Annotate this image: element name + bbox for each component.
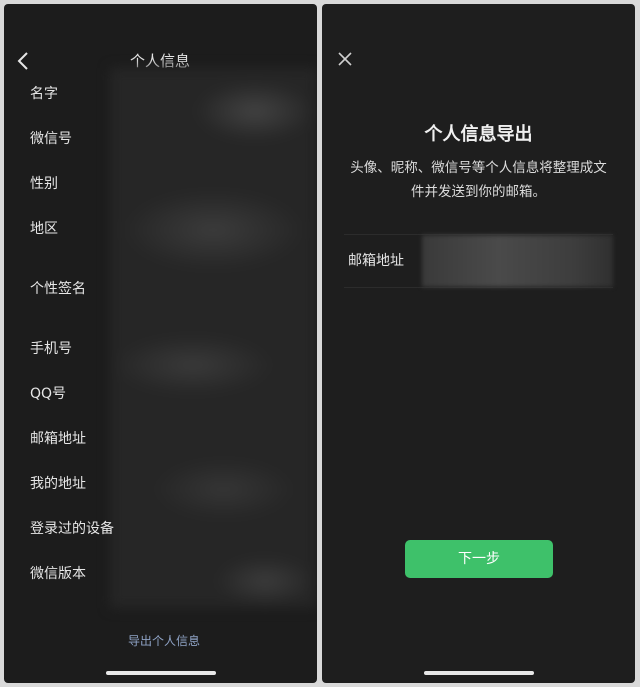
close-icon[interactable] xyxy=(336,50,354,68)
row-gender[interactable]: 性别 xyxy=(30,173,58,195)
row-qq[interactable]: QQ号 xyxy=(30,383,66,405)
export-info-screen: 个人信息导出 头像、昵称、微信号等个人信息将整理成文件并发送到你的邮箱。 邮箱地… xyxy=(322,4,635,683)
redacted-values xyxy=(110,68,317,608)
row-region[interactable]: 地区 xyxy=(30,218,58,240)
next-step-button[interactable]: 下一步 xyxy=(405,540,553,578)
home-indicator xyxy=(423,671,534,675)
export-personal-info-link[interactable]: 导出个人信息 xyxy=(104,632,224,649)
row-email[interactable]: 邮箱地址 xyxy=(30,428,86,450)
email-label: 邮箱地址 xyxy=(348,253,404,269)
email-field-row: 邮箱地址 xyxy=(344,234,613,288)
row-name[interactable]: 名字 xyxy=(30,83,58,105)
row-version[interactable]: 微信版本 xyxy=(30,563,86,585)
row-devices[interactable]: 登录过的设备 xyxy=(30,518,114,540)
export-description: 头像、昵称、微信号等个人信息将整理成文件并发送到你的邮箱。 xyxy=(350,160,607,200)
row-address[interactable]: 我的地址 xyxy=(30,473,86,495)
personal-info-screen: 个人信息 名字 微信号 性别 地区 个性签名 手机号 QQ号 邮箱地址 我的地址… xyxy=(4,4,317,683)
email-field[interactable] xyxy=(422,235,613,287)
home-indicator xyxy=(105,671,216,675)
row-signature[interactable]: 个性签名 xyxy=(30,278,86,300)
chevron-left-icon[interactable] xyxy=(14,48,34,74)
export-title: 个人信息导出 xyxy=(424,124,533,145)
row-wechat-id[interactable]: 微信号 xyxy=(30,128,72,150)
row-phone[interactable]: 手机号 xyxy=(30,338,72,360)
